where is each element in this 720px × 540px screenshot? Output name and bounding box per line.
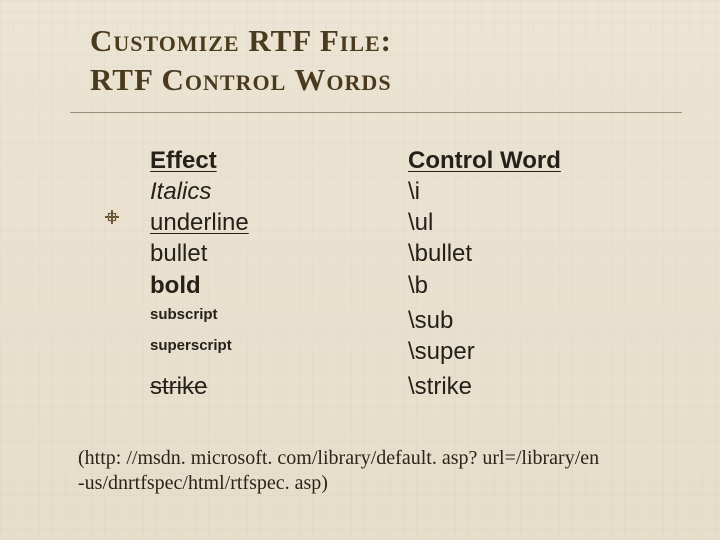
cw-cell: \bullet <box>408 238 660 269</box>
cw-cell: \sub <box>408 305 660 336</box>
cw-cell: \strike <box>408 371 660 402</box>
bullet-marker-icon <box>105 210 119 224</box>
slide: { "title": { "line1": "Customize RTF Fil… <box>0 0 720 540</box>
effect-cell: Italics <box>150 176 408 207</box>
table-row: bold \b <box>150 270 660 301</box>
header-control-word: Control Word <box>408 146 660 176</box>
title-line-1: Customize RTF File: <box>90 22 680 61</box>
title-line-2: RTF Control Words <box>90 61 680 100</box>
effect-cell: bold <box>150 270 408 301</box>
table-header-row: Effect Control Word <box>150 146 660 176</box>
effect-cell: strike <box>150 371 408 402</box>
table-row: strike \strike <box>150 371 660 402</box>
effect-cell: bullet <box>150 238 408 269</box>
effect-cell: underline <box>150 207 408 238</box>
footnote: (http: //msdn. microsoft. com/library/de… <box>78 446 670 496</box>
table-row: bullet \bullet <box>150 238 660 269</box>
cw-cell: \i <box>408 176 660 207</box>
cw-cell: \ul <box>408 207 660 238</box>
cw-cell: \super <box>408 336 660 367</box>
content-table: Effect Control Word Italics \i underline… <box>150 146 660 402</box>
footnote-line-1: (http: //msdn. microsoft. com/library/de… <box>78 446 670 471</box>
table-row: underline \ul <box>150 207 660 238</box>
effect-cell: subscript <box>150 305 408 325</box>
effect-cell: superscript <box>150 336 408 356</box>
table-row: Italics \i <box>150 176 660 207</box>
cw-cell: \b <box>408 270 660 301</box>
header-effect: Effect <box>150 146 408 176</box>
table-row: superscript \super <box>150 336 660 367</box>
table-row: subscript \sub <box>150 305 660 336</box>
footnote-line-2: -us/dnrtfspec/html/rtfspec. asp) <box>78 471 670 496</box>
title-rule <box>70 112 682 113</box>
slide-title: Customize RTF File: RTF Control Words <box>90 22 680 100</box>
